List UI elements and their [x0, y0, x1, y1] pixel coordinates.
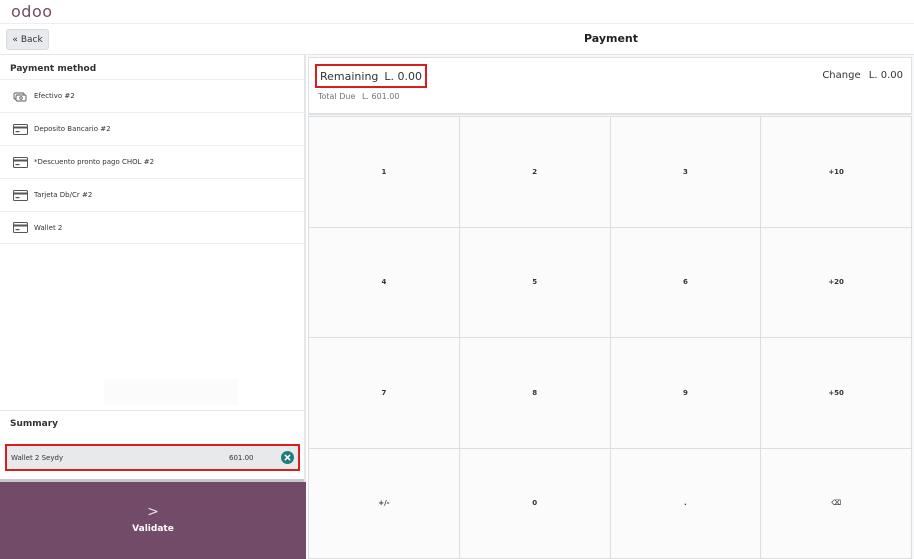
back-button[interactable]: « Back [6, 29, 49, 50]
numpad-key-0[interactable]: 0 [459, 448, 610, 558]
change-value: L. 0.00 [868, 70, 903, 81]
card-icon [13, 222, 28, 233]
payment-method-label: Tarjeta Db/Cr #2 [34, 191, 93, 199]
numpad-key-4[interactable]: 4 [309, 227, 459, 337]
change-amount: Change L. 0.00 [822, 70, 903, 81]
summary-line-name: Wallet 2 Seydy [11, 453, 64, 462]
remove-circle-icon[interactable] [281, 451, 294, 464]
validate-label: Validate [132, 524, 174, 534]
payment-method-wallet[interactable]: Wallet 2 [0, 211, 304, 244]
empty-area [104, 379, 238, 405]
numpad-key-5[interactable]: 5 [459, 227, 610, 337]
summary-line-amount: 601.00 [229, 454, 254, 462]
remaining-value: L. 0.00 [384, 69, 423, 83]
payment-method-title: Payment method [10, 64, 97, 74]
change-label: Change [822, 70, 861, 81]
numpad-key-3[interactable]: 3 [610, 117, 761, 227]
numpad: 1 2 3 +10 4 5 6 +20 7 8 9 +50 +/- 0 . ⌫ [308, 116, 912, 559]
chevron-right-icon: > [147, 504, 159, 520]
odoo-logo: odoo [11, 2, 53, 21]
remaining-label: Remaining [320, 69, 379, 83]
numpad-key-plus-20[interactable]: +20 [761, 227, 911, 337]
payment-method-deposito[interactable]: Deposito Bancario #2 [0, 112, 304, 145]
card-icon [13, 189, 28, 201]
total-due-label: Total Due [318, 92, 356, 101]
numpad-key-1[interactable]: 1 [309, 117, 459, 227]
logo-text: odoo [11, 2, 53, 21]
summary-divider [0, 410, 304, 411]
validate-button[interactable]: > Validate [0, 482, 306, 559]
cash-icon [13, 92, 27, 101]
total-due: Total Due L. 601.00 [318, 92, 399, 101]
payment-method-descuento[interactable]: *Descuento pronto pago CHOL #2 [0, 145, 304, 178]
back-label: Back [20, 34, 43, 45]
numpad-key-decimal[interactable]: . [610, 448, 761, 558]
numpad-key-8[interactable]: 8 [459, 338, 610, 448]
numpad-key-plus-minus[interactable]: +/- [309, 448, 459, 558]
remaining-amount: Remaining L. 0.00 [315, 64, 428, 88]
payment-method-label: Efectivo #2 [34, 92, 75, 100]
double-chevron-left-icon: « [12, 34, 18, 45]
card-icon [13, 123, 28, 135]
backspace-icon[interactable]: ⌫ [761, 448, 911, 558]
total-due-value: L. 601.00 [361, 92, 400, 101]
payment-method-tarjeta[interactable]: Tarjeta Db/Cr #2 [0, 178, 304, 211]
numpad-key-plus-50[interactable]: +50 [761, 338, 911, 448]
numpad-key-7[interactable]: 7 [309, 338, 459, 448]
top-bar: odoo [0, 0, 914, 24]
payment-method-label: *Descuento pronto pago CHOL #2 [34, 158, 155, 166]
payment-method-label: Deposito Bancario #2 [34, 125, 111, 133]
payment-method-list: Efectivo #2 Deposito Bancario #2 *Descue… [0, 79, 304, 244]
summary-title: Summary [10, 419, 59, 429]
right-panel: Remaining L. 0.00 Total Due L. 601.00 Ch… [308, 55, 914, 559]
payment-method-efectivo[interactable]: Efectivo #2 [0, 79, 304, 112]
numpad-key-plus-10[interactable]: +10 [761, 117, 911, 227]
payment-status: Remaining L. 0.00 Total Due L. 601.00 Ch… [308, 57, 912, 115]
numpad-key-9[interactable]: 9 [610, 338, 761, 448]
page-title: Payment [583, 32, 639, 45]
numpad-key-6[interactable]: 6 [610, 227, 761, 337]
card-icon [13, 156, 28, 168]
left-panel: Payment method Efectivo #2 Deposito Banc… [0, 55, 306, 559]
payment-header: « Back Payment [0, 25, 914, 55]
payment-method-label: Wallet 2 [34, 223, 63, 232]
summary-payment-line[interactable]: Wallet 2 Seydy 601.00 [5, 444, 300, 471]
numpad-key-2[interactable]: 2 [459, 117, 610, 227]
